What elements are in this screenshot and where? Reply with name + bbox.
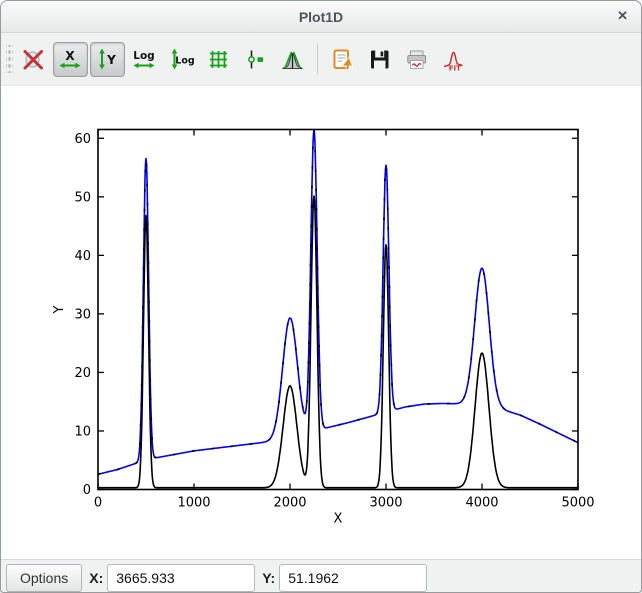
- copy-to-clipboard-icon: [330, 47, 355, 72]
- y-coordinate-field[interactable]: [279, 564, 427, 592]
- y-tick-label: 20: [74, 366, 91, 381]
- plot-frame: [98, 130, 578, 490]
- y-tick-label: 50: [74, 190, 91, 205]
- y-autoscale-icon: Y: [95, 47, 120, 72]
- peak-search-button[interactable]: [275, 42, 310, 77]
- toolbar-grip-handle[interactable]: [6, 45, 13, 73]
- y-coordinate-label: Y:: [262, 570, 275, 586]
- x-tick-label: 5000: [561, 496, 594, 511]
- svg-text:Log: Log: [133, 50, 154, 62]
- save-icon: [367, 47, 392, 72]
- plot-area: 0 1000 2000 3000 4000 5000 0 10 20 30 40 50 60 X Y: [1, 86, 641, 559]
- y-tick-label: 40: [74, 249, 91, 264]
- options-button[interactable]: Options: [6, 564, 82, 592]
- toolbar: X Y Log Log FIT: [1, 33, 641, 86]
- x-axis-label: X: [334, 512, 343, 527]
- y-tick-label: 30: [74, 307, 91, 322]
- peak-search-icon: [280, 47, 305, 72]
- copy-to-clipboard-button[interactable]: [325, 42, 360, 77]
- reset-zoom-button[interactable]: [16, 42, 51, 77]
- svg-text:Log: Log: [175, 55, 194, 66]
- svg-text:FIT: FIT: [449, 64, 461, 71]
- reset-zoom-icon: [21, 47, 46, 72]
- window-title: Plot1D: [299, 9, 343, 25]
- x-tick-label: 1000: [177, 496, 210, 511]
- grid-button[interactable]: [201, 42, 236, 77]
- y-log-icon: Log: [169, 47, 194, 72]
- print-icon: [404, 47, 429, 72]
- x-autoscale-icon: X: [58, 47, 83, 72]
- plot1d-window: Plot1D ✕ X Y Log Log FIT 0 1000 2000: [0, 0, 642, 593]
- fit-icon: FIT: [441, 47, 466, 72]
- x-tick-label: 4000: [465, 496, 498, 511]
- x-autoscale-button[interactable]: X: [53, 42, 88, 77]
- toggle-points-button[interactable]: [238, 42, 273, 77]
- close-icon[interactable]: ✕: [617, 9, 628, 23]
- fit-button[interactable]: FIT: [436, 42, 471, 77]
- x-log-button[interactable]: Log: [127, 42, 162, 77]
- toggle-points-icon: [243, 47, 268, 72]
- plot-canvas[interactable]: 0 1000 2000 3000 4000 5000 0 10 20 30 40 50 60 X Y: [1, 86, 641, 559]
- blue-curve: [98, 130, 578, 474]
- x-tick-label: 0: [94, 496, 102, 511]
- y-log-button[interactable]: Log: [164, 42, 199, 77]
- toolbar-separator: [317, 44, 318, 74]
- x-log-icon: Log: [132, 47, 157, 72]
- svg-text:X: X: [65, 49, 75, 63]
- y-axis-label: Y: [52, 305, 67, 314]
- y-tick-label: 10: [74, 424, 91, 439]
- print-button[interactable]: [399, 42, 434, 77]
- y-tick-label: 0: [83, 483, 91, 498]
- x-tick-label: 2000: [273, 496, 306, 511]
- grid-icon: [206, 47, 231, 72]
- titlebar: Plot1D ✕: [1, 1, 641, 33]
- x-coordinate-label: X:: [89, 570, 103, 586]
- black-curve: [98, 196, 578, 488]
- fit-dash-markers: [98, 130, 578, 474]
- x-coordinate-field[interactable]: [107, 564, 255, 592]
- save-button[interactable]: [362, 42, 397, 77]
- svg-text:Y: Y: [106, 53, 116, 67]
- y-autoscale-button[interactable]: Y: [90, 42, 125, 77]
- x-tick-label: 3000: [369, 496, 402, 511]
- statusbar: Options X: Y:: [1, 559, 641, 593]
- y-tick-label: 60: [74, 132, 91, 147]
